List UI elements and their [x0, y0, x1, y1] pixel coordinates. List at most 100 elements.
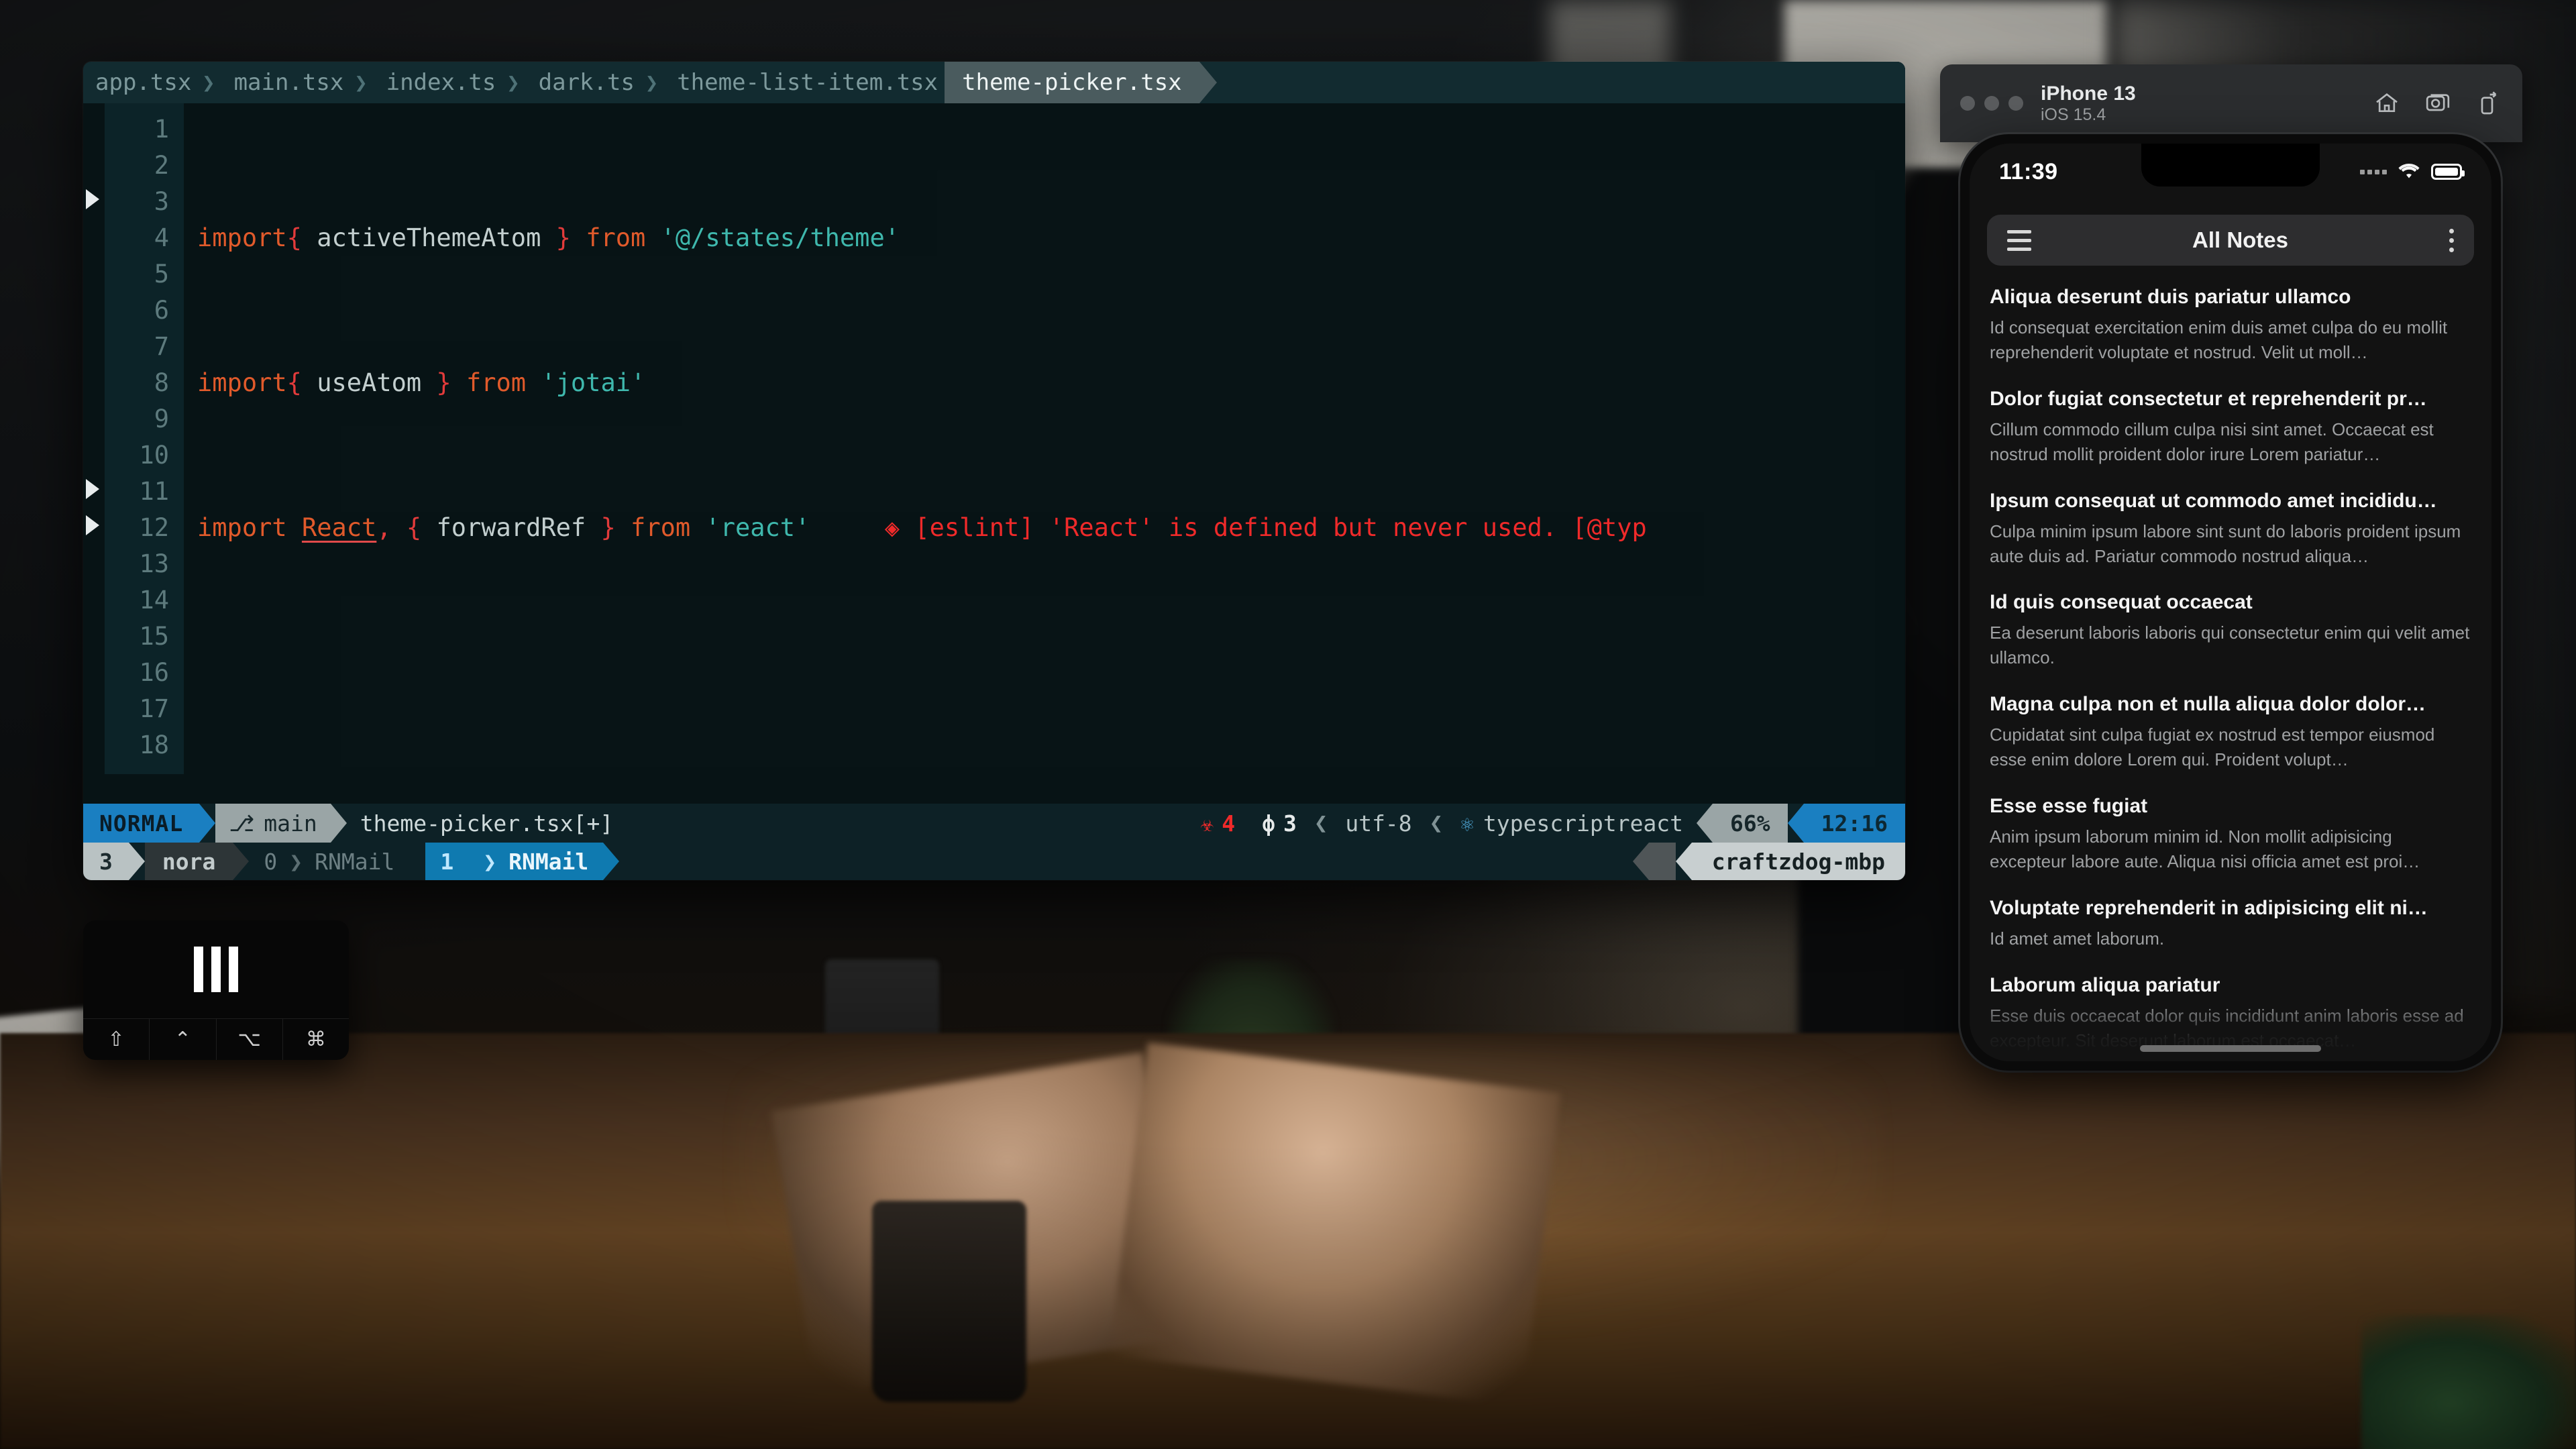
iphone-device[interactable]: 11:39 All Notes Aliqua deserunt duis par… — [1960, 134, 2501, 1071]
terminal-body: app.tsx ❯ main.tsx ❯ index.ts ❯ dark.ts … — [83, 62, 1905, 880]
token-brace: } — [555, 223, 571, 252]
line-number: 2 — [154, 151, 169, 180]
chevron-right-icon: ❯ — [202, 70, 215, 95]
chevron-left-icon: ❮ — [1313, 810, 1328, 837]
chevron-right-icon: ❯ — [645, 70, 659, 95]
token-identifier: useAtom — [301, 368, 437, 397]
list-item[interactable]: Dolor fugiat consectetur et reprehenderi… — [1988, 378, 2473, 480]
line-number: 16 — [139, 658, 169, 687]
tmux-window-1[interactable]: ❯ RNMail — [468, 843, 604, 880]
status-warnings[interactable]: ф 3 — [1248, 804, 1310, 843]
list-item[interactable]: Voluptate reprehenderit in adipisicing e… — [1988, 888, 2473, 965]
simulator-titlebar[interactable]: iPhone 13 iOS 15.4 — [1940, 64, 2522, 142]
note-title: Aliqua deserunt duis pariatur ullamco — [1990, 286, 2351, 308]
terminal-window[interactable]: app.tsx ❯ main.tsx ❯ index.ts ❯ dark.ts … — [83, 62, 1905, 880]
buffer-tab-theme-list-item-tsx[interactable]: theme-list-item.tsx — [665, 62, 945, 103]
wifi-icon — [2396, 161, 2422, 183]
fold-arrow-icon[interactable] — [86, 515, 99, 535]
token-brace: { — [406, 513, 422, 542]
buffer-tab-dark-ts[interactable]: dark.ts ❯ — [527, 62, 665, 103]
buffer-tab-label: dark.ts — [538, 69, 635, 96]
token-string: 'react' — [705, 513, 810, 542]
buffer-tab-app-tsx[interactable]: app.tsx ❯ — [83, 62, 222, 103]
code-line-4[interactable] — [189, 655, 1905, 691]
note-title: Esse esse fugiat — [1990, 795, 2148, 818]
buffer-tab-main-tsx[interactable]: main.tsx ❯ — [222, 62, 374, 103]
close-icon[interactable] — [1960, 96, 1975, 111]
status-branch[interactable]: ⎇ main — [215, 804, 331, 843]
list-item[interactable]: Ipsum consequat ut commodo amet incididu… — [1988, 480, 2473, 582]
minimize-icon[interactable] — [1984, 96, 1999, 111]
token-keyword: from — [615, 513, 706, 542]
note-excerpt: Anim ipsum laborum minim id. Non mollit … — [1990, 826, 2420, 871]
chevron-left-icon: ❮ — [1429, 810, 1444, 837]
screenshot-icon[interactable] — [2424, 90, 2451, 117]
diagnostic-text: [eslint] 'React' is defined but never us… — [914, 513, 1647, 542]
token-brace: { — [286, 223, 302, 252]
line-number: 17 — [139, 694, 169, 723]
ios-simulator-window[interactable]: iPhone 13 iOS 15.4 11:39 All Notes Aliqu… — [1940, 64, 2522, 1339]
tmux-index-arrow — [128, 843, 145, 880]
token-keyword: from — [451, 368, 541, 397]
tmux-filler — [619, 843, 1633, 880]
status-errors[interactable]: ☣ 4 — [1187, 804, 1248, 843]
iphone-screen[interactable]: 11:39 All Notes Aliqua deserunt duis par… — [1970, 144, 2491, 1061]
note-title: Dolor fugiat consectetur et reprehenderi… — [1990, 387, 2427, 410]
tmux-window-arrow — [409, 843, 426, 880]
error-icon: ☣ — [1200, 810, 1214, 837]
code-line-2[interactable]: import{ useAtom } from 'jotai' — [189, 365, 1905, 401]
token-string: '@/states/theme' — [660, 223, 900, 252]
bufferline[interactable]: app.tsx ❯ main.tsx ❯ index.ts ❯ dark.ts … — [83, 62, 1905, 103]
code-area[interactable]: 1 2 3 4 5 6 7 8 9 10 11 12 13 14 15 16 1… — [83, 103, 1905, 774]
git-branch-icon: ⎇ — [229, 810, 255, 837]
status-filetype: ⚛ typescriptreact — [1447, 804, 1697, 843]
simulator-device-info: iPhone 13 iOS 15.4 — [2041, 83, 2136, 124]
buffer-tab-index-ts[interactable]: index.ts ❯ — [374, 62, 527, 103]
list-item[interactable]: Magna culpa non et nulla aliqua dolor do… — [1988, 684, 2473, 786]
tmux-window-0[interactable]: 0 ❯ RNMail — [249, 843, 410, 880]
zoom-icon[interactable] — [2008, 96, 2023, 111]
line-number-gutter: 1 2 3 4 5 6 7 8 9 10 11 12 13 14 15 16 1… — [105, 103, 184, 774]
statusline[interactable]: NORMAL ⎇ main theme-picker.tsx[+] ☣ 4 ф … — [83, 804, 1905, 843]
list-item[interactable]: Esse esse fugiat Anim ipsum laborum mini… — [1988, 786, 2473, 888]
code-line-3[interactable]: import React, { forwardRef } from 'react… — [189, 510, 1905, 546]
tmux-window-1-number[interactable]: 1 — [425, 843, 469, 880]
notes-list[interactable]: Aliqua deserunt duis pariatur ullamco Id… — [1970, 266, 2491, 1061]
status-indicators — [2360, 161, 2465, 183]
line-number: 6 — [154, 296, 169, 325]
window-controls[interactable] — [1960, 96, 2023, 111]
code-lines[interactable]: import{ activeThemeAtom } from '@/states… — [184, 103, 1905, 774]
diagnostic-line-3: ◈ [eslint] 'React' is defined but never … — [810, 513, 1647, 542]
status-filetype-label: typescriptreact — [1483, 810, 1684, 837]
code-line-1[interactable]: import{ activeThemeAtom } from '@/states… — [189, 220, 1905, 256]
fold-arrow-icon[interactable] — [86, 189, 99, 209]
line-number: 1 — [154, 115, 169, 144]
home-icon[interactable] — [2373, 90, 2400, 117]
more-options-icon[interactable] — [2449, 228, 2454, 252]
shift-icon: ⇧ — [83, 1019, 150, 1060]
app-navigation-bar[interactable]: All Notes — [1987, 215, 2474, 266]
line-number: 8 — [154, 368, 169, 397]
keycast-key-glyph — [194, 947, 238, 992]
rotate-icon[interactable] — [2475, 90, 2502, 117]
bufferline-filler — [1199, 62, 1905, 103]
status-spacer — [627, 804, 1187, 843]
token-string: 'jotai' — [541, 368, 646, 397]
home-indicator[interactable] — [2140, 1045, 2321, 1052]
fold-column[interactable] — [83, 103, 105, 774]
line-number: 10 — [139, 441, 169, 470]
note-excerpt: Id amet amet laborum. — [1990, 928, 2165, 949]
token-identifier: forwardRef — [421, 513, 601, 542]
tmux-statusbar[interactable]: 3 nora 0 ❯ RNMail 1 ❯ RNMail craftzdog-m… — [83, 843, 1905, 880]
token-brace: } — [600, 513, 616, 542]
tmux-host-arrow — [1675, 843, 1692, 880]
fold-arrow-icon[interactable] — [86, 479, 99, 499]
list-item[interactable]: Id quis consequat occaecat Ea deserunt l… — [1988, 582, 2473, 684]
buffer-tab-label: theme-list-item.tsx — [677, 69, 938, 96]
list-item[interactable]: Aliqua deserunt duis pariatur ullamco Id… — [1988, 276, 2473, 378]
chevron-right-icon: ❯ — [506, 70, 520, 95]
token-keyword: from — [570, 223, 661, 252]
menu-icon[interactable] — [2007, 229, 2031, 251]
simulator-toolbar[interactable] — [2373, 90, 2502, 117]
buffer-tab-theme-picker-tsx[interactable]: theme-picker.tsx — [945, 62, 1217, 103]
